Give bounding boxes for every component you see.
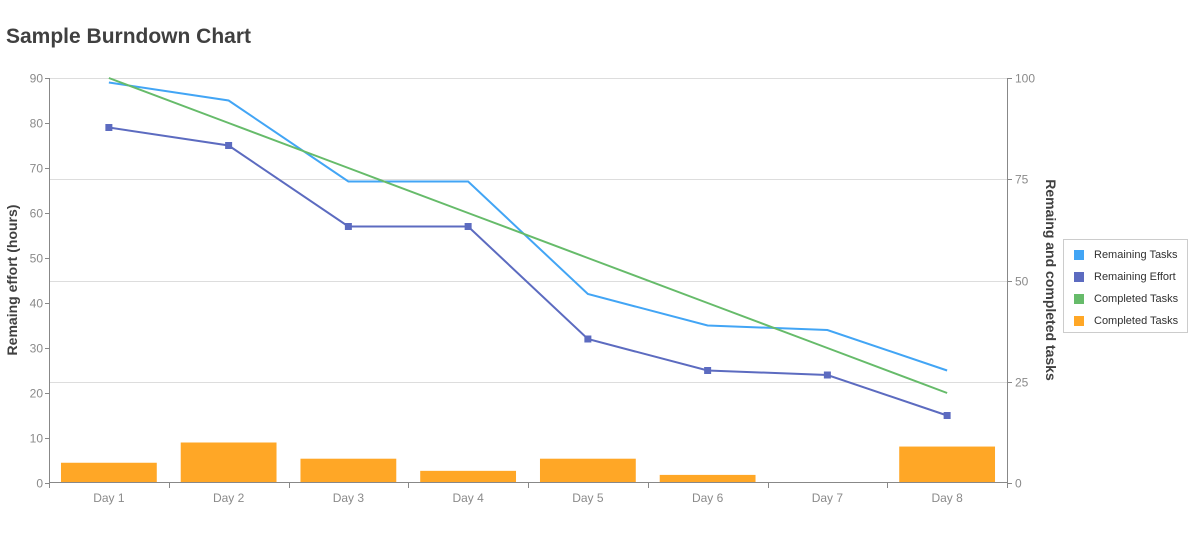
- y-tick-label-left: 40: [30, 297, 44, 311]
- line-completed-tasks: [108, 77, 948, 394]
- legend-label: Completed Tasks: [1094, 315, 1179, 327]
- x-tick-label: Day 2: [213, 491, 245, 505]
- bar-completed-tasks: [659, 474, 756, 483]
- legend-label: Remaining Tasks: [1094, 249, 1178, 261]
- marker-remaining-effort: [225, 142, 233, 149]
- legend: Remaining Tasks Remaining Effort Complet…: [1063, 239, 1188, 333]
- y-tick-label-left: 90: [30, 72, 44, 86]
- y-tick-label-right: 0: [1015, 477, 1022, 491]
- y-tick-label-right: 25: [1015, 376, 1029, 390]
- y-tick-label-left: 30: [30, 342, 44, 356]
- legend-item-completed-tasks-bar[interactable]: Completed Tasks: [1074, 314, 1178, 328]
- marker-remaining-effort: [344, 223, 352, 230]
- legend-label: Remaining Effort: [1094, 271, 1176, 283]
- bar-completed-tasks: [300, 458, 397, 483]
- y-tick-label-right: 100: [1015, 72, 1035, 86]
- marker-remaining-effort: [823, 371, 831, 379]
- burndown-chart: 0 10 20 30 40 50 60 70 80 90 0 25 50 75 100 Day 1 Day 2 D…: [4, 72, 1059, 506]
- legend-label: Completed Tasks: [1094, 293, 1179, 305]
- gridlines: [49, 78, 1007, 383]
- x-tick-label: Day 1: [93, 491, 125, 505]
- y-tick-label-left: 20: [30, 387, 44, 401]
- legend-item-completed-tasks-line[interactable]: Completed Tasks: [1074, 292, 1178, 306]
- legend-swatch-completed-tasks-line: [1074, 294, 1084, 304]
- x-tick-label: Day 8: [931, 491, 963, 505]
- legend-swatch-completed-tasks-bar: [1074, 316, 1084, 326]
- y-tick-label-right: 50: [1015, 275, 1029, 289]
- bar-completed-tasks: [420, 470, 517, 483]
- x-tick-label: Day 4: [452, 491, 484, 505]
- x-tick-label: Day 7: [812, 491, 844, 505]
- y-axis-right-title: Remaing and completed tasks: [1043, 179, 1059, 381]
- marker-remaining-effort: [464, 223, 472, 230]
- bar-completed-tasks: [60, 462, 157, 483]
- line-remaining-effort: [108, 126, 948, 417]
- x-tick-label: Day 3: [333, 491, 365, 505]
- marker-remaining-effort: [584, 335, 592, 343]
- y-axis-left-title: Remaing effort (hours): [4, 205, 20, 356]
- bar-completed-tasks: [539, 458, 636, 483]
- legend-item-remaining-tasks[interactable]: Remaining Tasks: [1074, 248, 1178, 262]
- bar-completed-tasks: [899, 446, 996, 483]
- legend-swatch-remaining-effort: [1074, 272, 1084, 282]
- legend-item-remaining-effort[interactable]: Remaining Effort: [1074, 270, 1176, 284]
- x-tick-label: Day 5: [572, 491, 604, 505]
- y-tick-label-left: 70: [30, 162, 44, 176]
- y-tick-label-left: 0: [36, 477, 43, 491]
- marker-remaining-effort: [704, 367, 712, 374]
- y-tick-label-right: 75: [1015, 173, 1029, 187]
- y-tick-label-left: 60: [30, 207, 44, 221]
- y-tick-label-left: 80: [30, 117, 44, 131]
- marker-remaining-effort: [943, 412, 951, 419]
- y-tick-label-left: 10: [30, 432, 44, 446]
- bar-series: [60, 442, 996, 483]
- x-tick-label: Day 6: [692, 491, 724, 505]
- marker-remaining-effort: [105, 124, 113, 131]
- legend-swatch-remaining-tasks: [1074, 250, 1084, 260]
- line-series: [105, 77, 951, 419]
- y-tick-label-left: 50: [30, 252, 44, 266]
- bar-completed-tasks: [180, 442, 277, 483]
